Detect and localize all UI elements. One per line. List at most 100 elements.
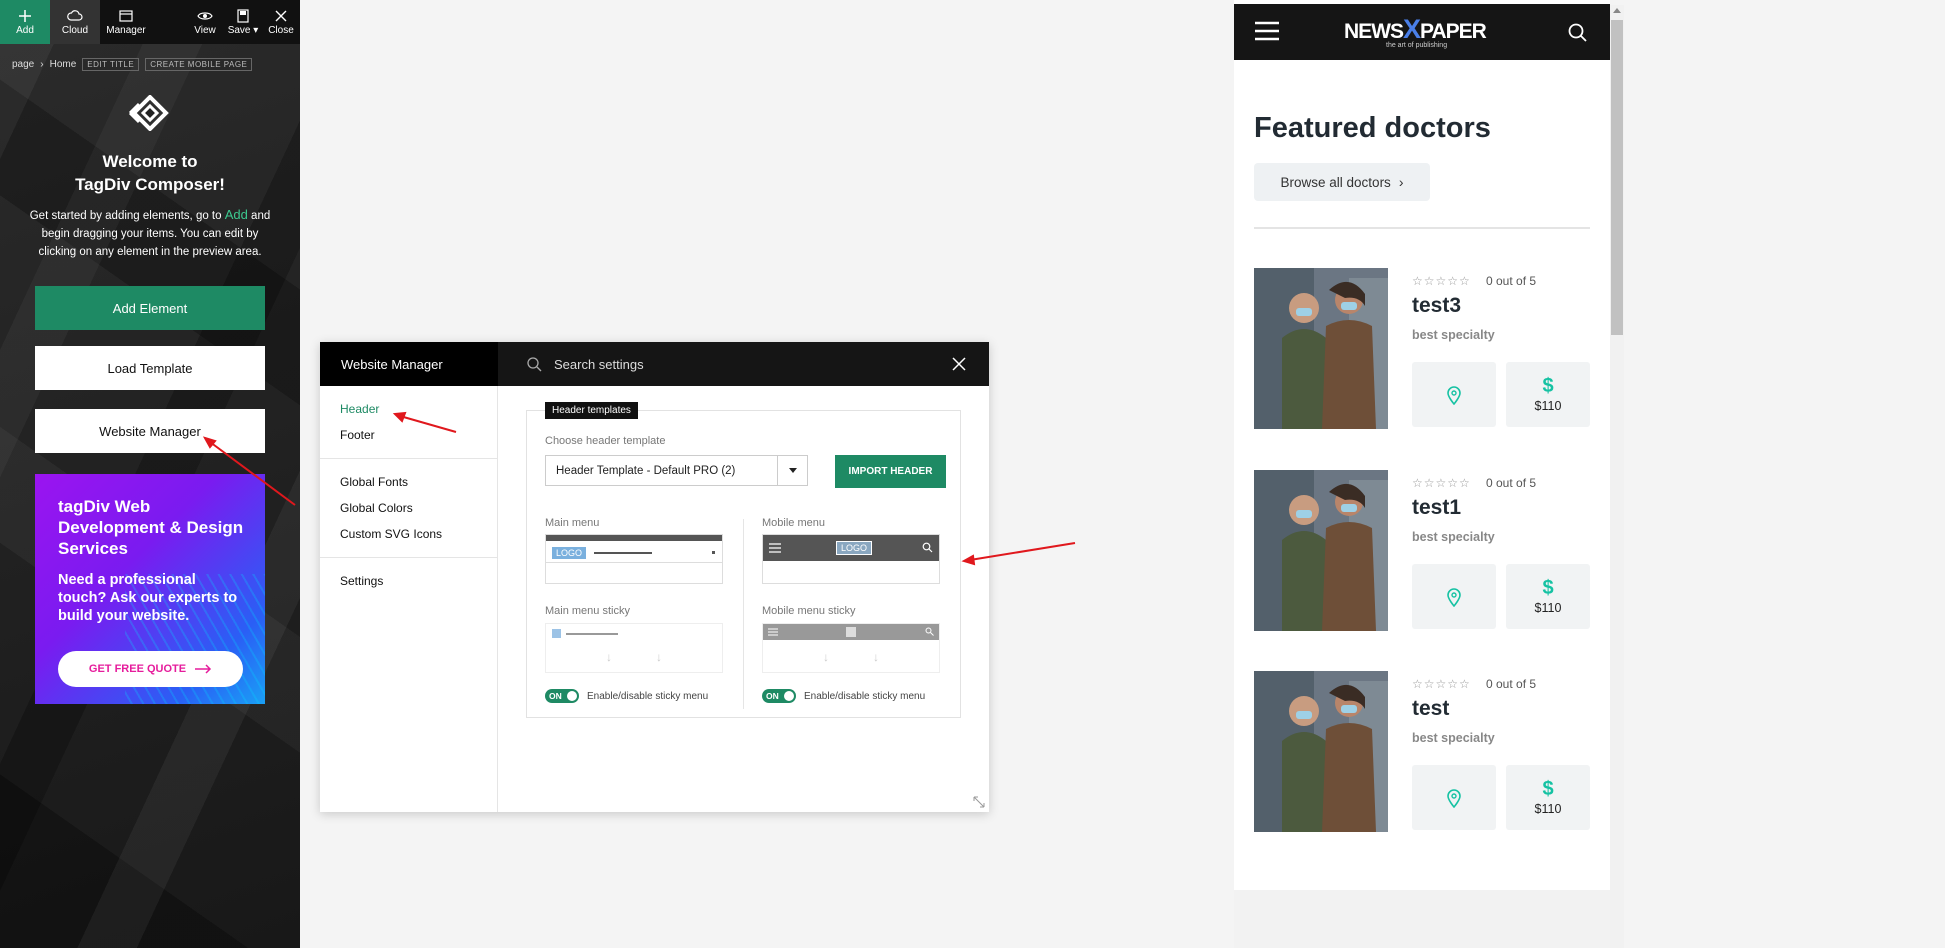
eye-icon [197, 11, 213, 20]
search-input[interactable]: Search settings [554, 357, 644, 372]
cloud-label: Cloud [61, 24, 89, 36]
add-label: Add [16, 24, 34, 36]
scrollbar-thumb[interactable] [1611, 20, 1623, 335]
save-icon [237, 8, 249, 23]
location-tile[interactable] [1412, 765, 1496, 830]
sidebar-item-global-fonts[interactable]: Global Fonts [340, 469, 497, 495]
price-tile[interactable]: $ $110 [1506, 765, 1590, 830]
view-button[interactable]: View [186, 0, 224, 44]
location-pin-icon [1447, 385, 1461, 405]
scroll-up-icon[interactable] [1613, 8, 1621, 13]
settings-search[interactable]: Search settings [498, 356, 929, 372]
newspaper-logo[interactable]: NEWSXPAPER [1344, 14, 1487, 45]
doctor-photo[interactable] [1254, 470, 1388, 631]
preview-header: NEWSXPAPER the art of publishing [1234, 4, 1610, 60]
breadcrumb-page[interactable]: page [12, 59, 34, 70]
promo-banner[interactable]: tagDiv Web Development & Design Services… [35, 474, 265, 704]
toggle-label: Enable/disable sticky menu [587, 690, 709, 702]
column-divider [743, 519, 744, 709]
toggle-switch[interactable]: ON [762, 689, 796, 703]
mobile-menu-sticky-preview[interactable]: ↓ ↓ [762, 623, 940, 673]
dialog-close-button[interactable] [929, 342, 989, 386]
load-template-button[interactable]: Load Template [35, 346, 265, 390]
close-icon [952, 357, 966, 371]
promo-subtitle: Need a professional touch? Ask our exper… [58, 572, 238, 624]
welcome-line-2: TagDiv Composer! [75, 175, 225, 194]
welcome-title: Welcome to TagDiv Composer! [0, 150, 300, 196]
close-button[interactable]: Close [262, 0, 300, 44]
import-header-button[interactable]: IMPORT HEADER [835, 455, 946, 488]
sidebar-item-custom-svg-icons[interactable]: Custom SVG Icons [340, 521, 497, 547]
brand-news: NEWS [1344, 20, 1404, 43]
mobile-sticky-toggle[interactable]: ON Enable/disable sticky menu [762, 689, 925, 703]
main-menu-sticky-preview[interactable]: ↓ ↓ [545, 623, 723, 673]
sidebar-item-footer[interactable]: Footer [340, 422, 497, 448]
rating-text: 0 out of 5 [1486, 476, 1537, 490]
main-menu-preview[interactable]: LOGO [545, 534, 723, 584]
hamburger-icon[interactable] [1255, 21, 1279, 41]
save-label: Save ▾ [227, 24, 259, 36]
doctor-card[interactable]: ☆☆☆☆☆ 0 out of 5 test3 best specialty $ … [1254, 268, 1590, 431]
brand-x: X [1403, 14, 1421, 44]
doctor-name[interactable]: test3 [1412, 294, 1461, 318]
preview-scrollbar[interactable] [1610, 5, 1624, 948]
search-icon [922, 542, 933, 553]
manager-button[interactable]: Manager [100, 0, 152, 44]
breadcrumb: page › Home EDIT TITLE CREATE MOBILE PAG… [12, 58, 253, 71]
promo-cta-label: GET FREE QUOTE [88, 663, 187, 675]
sidebar-item-settings[interactable]: Settings [340, 568, 497, 594]
doctor-price: $110 [1534, 600, 1562, 615]
composer-sidebar: Add Cloud Manager View Save ▾ Close page… [0, 0, 300, 948]
save-button[interactable]: Save ▾ [224, 0, 262, 44]
doctor-card[interactable]: ☆☆☆☆☆ 0 out of 5 test best specialty $ $… [1254, 671, 1590, 834]
rating-stars: ☆☆☆☆☆ [1412, 677, 1471, 691]
doctor-name[interactable]: test [1412, 697, 1449, 721]
toggle-switch[interactable]: ON [545, 689, 579, 703]
mobile-menu-preview[interactable]: LOGO [762, 534, 940, 584]
sidebar-item-header[interactable]: Header [340, 396, 497, 422]
create-mobile-page-button[interactable]: CREATE MOBILE PAGE [145, 58, 253, 71]
location-tile[interactable] [1412, 564, 1496, 629]
get-free-quote-button[interactable]: GET FREE QUOTE [58, 651, 243, 687]
dialog-sidebar: Header Footer Global Fonts Global Colors… [320, 386, 498, 812]
doctor-card[interactable]: ☆☆☆☆☆ 0 out of 5 test1 best specialty $ … [1254, 470, 1590, 633]
dollar-icon: $ [1542, 374, 1554, 397]
sidebar-item-global-colors[interactable]: Global Colors [340, 495, 497, 521]
add-element-button[interactable]: Add Element [35, 286, 265, 330]
mobile-menu-sticky-label: Mobile menu sticky [762, 605, 856, 617]
website-manager-button[interactable]: Website Manager [35, 409, 265, 453]
add-button[interactable]: Add [0, 0, 50, 44]
drop-zone-arrows: ↓ ↓ [606, 650, 662, 664]
promo-title: tagDiv Web Development & Design Services [58, 497, 244, 558]
doctor-price: $110 [1534, 398, 1562, 413]
welcome-line-1: Welcome to [102, 152, 198, 171]
search-icon[interactable] [1568, 23, 1587, 42]
hamburger-icon [768, 628, 778, 636]
rating-text: 0 out of 5 [1486, 274, 1537, 288]
dollar-icon: $ [1542, 576, 1554, 599]
price-tile[interactable]: $ $110 [1506, 564, 1590, 629]
header-template-select[interactable]: Header Template - Default PRO (2) [545, 455, 808, 486]
rating-stars: ☆☆☆☆☆ [1412, 476, 1471, 490]
doctor-photo[interactable] [1254, 268, 1388, 429]
search-icon [925, 627, 934, 636]
welcome-intro: Get started by adding elements, go to Ad… [22, 206, 278, 261]
tagdiv-logo-icon [128, 95, 169, 131]
browse-all-doctors-button[interactable]: Browse all doctors › [1254, 163, 1430, 201]
location-tile[interactable] [1412, 362, 1496, 427]
chevron-right-icon: › [1398, 174, 1404, 190]
chevron-down-icon [777, 456, 807, 485]
doctor-name[interactable]: test1 [1412, 496, 1461, 520]
price-tile[interactable]: $ $110 [1506, 362, 1590, 427]
edit-title-button[interactable]: EDIT TITLE [82, 58, 140, 71]
header-template-value: Header Template - Default PRO (2) [556, 464, 736, 477]
cloud-button[interactable]: Cloud [50, 0, 100, 44]
breadcrumb-home[interactable]: Home [50, 59, 77, 70]
location-pin-icon [1447, 587, 1461, 607]
doctor-photo[interactable] [1254, 671, 1388, 832]
resize-handle-icon[interactable] [973, 796, 985, 808]
dollar-icon: $ [1542, 777, 1554, 800]
main-sticky-toggle[interactable]: ON Enable/disable sticky menu [545, 689, 708, 703]
mobile-menu-label: Mobile menu [762, 517, 825, 529]
sidebar-group-layout: Header Footer [320, 386, 497, 459]
